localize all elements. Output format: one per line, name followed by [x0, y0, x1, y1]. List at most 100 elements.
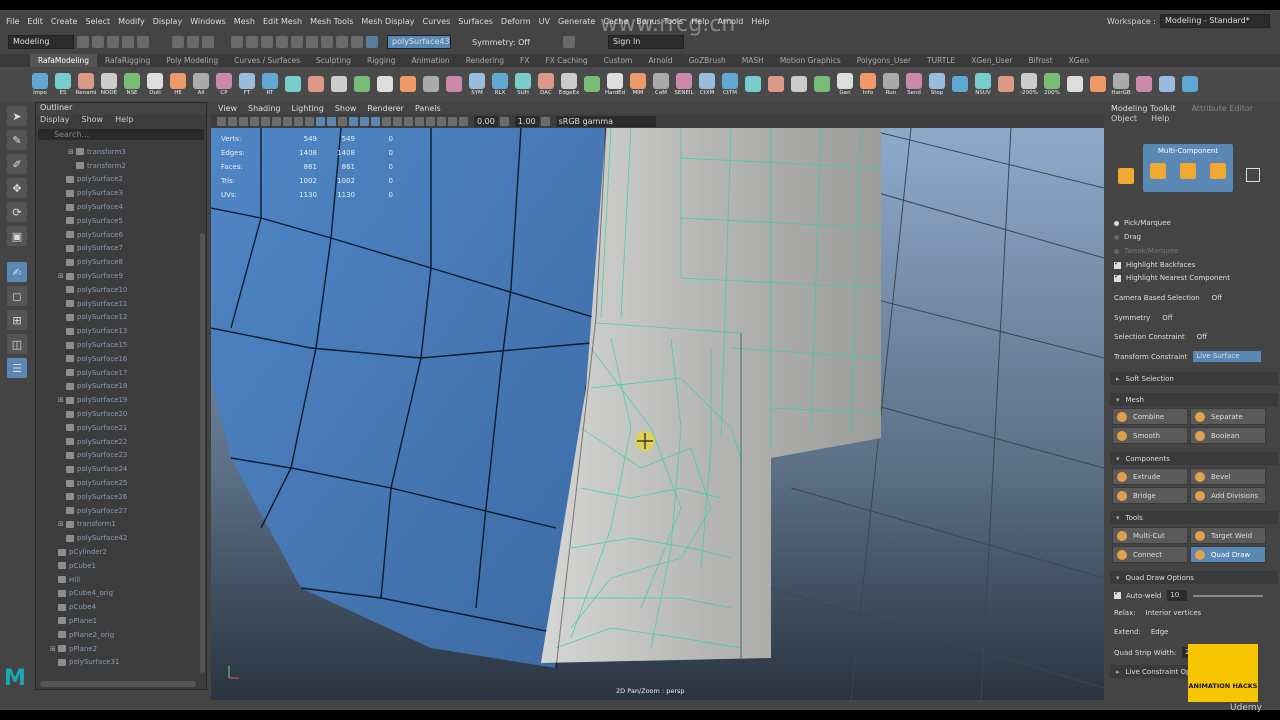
workspace-dropdown[interactable]: Modeling - Standard* [1160, 14, 1270, 28]
grid-icon[interactable] [261, 116, 270, 126]
outliner-item[interactable]: polySurface4 [36, 200, 198, 214]
shelf-button[interactable]: Info [858, 72, 878, 96]
outliner-item[interactable]: polySurface22 [36, 435, 198, 449]
viewport-menu-item[interactable]: Show [335, 104, 357, 113]
quad-draw-button[interactable]: Quad Draw [1190, 546, 1266, 563]
render-icon[interactable] [336, 36, 348, 48]
shelf-button[interactable] [743, 75, 763, 93]
expand-icon[interactable]: ⊞ [50, 645, 58, 653]
select-component-icon[interactable] [202, 36, 214, 48]
shelf-button[interactable] [329, 75, 349, 93]
antialias-icon[interactable] [437, 116, 446, 126]
outliner-item[interactable]: polySurface2 [36, 173, 198, 187]
shelf-button[interactable]: All [191, 72, 211, 96]
ambient-occlusion-icon[interactable] [393, 116, 402, 126]
shelf-button[interactable]: RT [260, 72, 280, 96]
four-layout-icon[interactable]: ⊞ [7, 310, 27, 330]
sign-in-button[interactable]: Sign In [607, 35, 684, 49]
default-material-icon[interactable] [338, 116, 347, 126]
shelf-button[interactable] [1065, 75, 1085, 93]
shelf-button[interactable]: EdgeEx [559, 72, 579, 96]
select-hierarchy-icon[interactable] [172, 36, 184, 48]
viewport-menu-item[interactable]: Shading [248, 104, 281, 113]
outliner-item[interactable]: polySurface23 [36, 449, 198, 463]
menu-item[interactable]: Generate [558, 17, 595, 26]
field-chart-icon[interactable] [305, 116, 314, 126]
shelf-button[interactable]: HardEd [605, 72, 625, 96]
shelf-button[interactable]: Send [904, 72, 924, 96]
resolution-gate-icon[interactable] [283, 116, 292, 126]
outliner-item[interactable]: polySurface15 [36, 338, 198, 352]
outliner-item[interactable]: polySurface17 [36, 366, 198, 380]
auto-weld-field[interactable]: 10 [1167, 590, 1188, 601]
snap-grid-icon[interactable] [231, 36, 243, 48]
outliner-menu-item[interactable]: Display [40, 115, 70, 127]
shelf-button[interactable] [306, 75, 326, 93]
tab-attribute-editor[interactable]: Attribute Editor [1191, 104, 1253, 113]
symmetry-status[interactable]: Symmetry: Off [472, 38, 530, 47]
outliner-search-input[interactable]: Search... [38, 129, 204, 140]
outliner-item[interactable]: polySurface27 [36, 504, 198, 518]
quad-strip-width-setting[interactable]: Quad Strip Width:20 [1114, 647, 1198, 658]
outliner-item[interactable]: pCube4 [36, 600, 198, 614]
extend-setting[interactable]: Extend: Edge [1114, 628, 1168, 636]
shelf-button[interactable]: CP [214, 72, 234, 96]
shelf-button[interactable]: SYM [467, 72, 487, 96]
boolean-button[interactable]: Boolean [1190, 427, 1266, 444]
outliner-item[interactable]: pCube1 [36, 559, 198, 573]
components-section[interactable]: Components [1110, 452, 1278, 465]
tweak-marquee-option[interactable]: Tweak/Marquee [1114, 247, 1178, 255]
transform-constraint-setting[interactable]: Transform Constraint Live Surface [1114, 351, 1262, 362]
outliner-item[interactable]: ⊞ polySurface19 [36, 393, 198, 407]
color-management-icon[interactable] [540, 116, 550, 126]
shelf-button[interactable]: Gen [835, 72, 855, 96]
camera-based-selection[interactable]: Camera Based Selection Off [1114, 294, 1222, 302]
outliner-item[interactable]: polySurface5 [36, 214, 198, 228]
shelf-tab[interactable]: GoZBrush [681, 54, 734, 67]
menu-item[interactable]: UV [539, 17, 550, 26]
outliner-item[interactable]: polySurface13 [36, 324, 198, 338]
wireframe-icon[interactable] [316, 116, 325, 126]
outliner-item[interactable]: polySurface21 [36, 421, 198, 435]
shelf-button[interactable]: FT [237, 72, 257, 96]
expand-icon[interactable]: ⊞ [58, 396, 66, 404]
camera-attr-icon[interactable] [228, 116, 237, 126]
object-name-field[interactable]: polySurface43 [387, 35, 451, 49]
outliner-item[interactable]: polySurface16 [36, 352, 198, 366]
shelf-button[interactable] [996, 75, 1016, 93]
outliner-item[interactable]: polySurface31 [36, 655, 198, 669]
outliner-item[interactable]: polySurface12 [36, 311, 198, 325]
tab-modeling-toolkit[interactable]: Modeling Toolkit [1111, 104, 1175, 113]
shelf-button[interactable]: HE [168, 72, 188, 96]
shelf-button[interactable] [283, 75, 303, 93]
separate-button[interactable]: Separate [1190, 408, 1266, 425]
viewport-menu-item[interactable]: Lighting [291, 104, 323, 113]
outliner-item[interactable]: polySurface7 [36, 242, 198, 256]
expand-icon[interactable]: ⊞ [58, 520, 66, 528]
shelf-button[interactable] [1180, 75, 1200, 93]
expand-icon[interactable]: ⊞ [68, 148, 76, 156]
extrude-button[interactable]: Extrude [1112, 468, 1188, 485]
shelf-tab[interactable]: Rigging [359, 54, 403, 67]
shelf-button[interactable]: DAC [536, 72, 556, 96]
scale-tool-icon[interactable]: ▣ [7, 226, 27, 246]
outliner-item[interactable]: polySurface8 [36, 255, 198, 269]
smooth-shade-icon[interactable] [327, 116, 336, 126]
xray-joints-icon[interactable] [415, 116, 424, 126]
outliner-item[interactable]: polySurface18 [36, 380, 198, 394]
shelf-tab[interactable]: MASH [734, 54, 772, 67]
add-divisions-button[interactable]: Add Divisions [1190, 487, 1266, 504]
outliner-horizontal-scrollbar[interactable] [40, 681, 196, 687]
outliner-item[interactable]: polySurface25 [36, 476, 198, 490]
gamma-field[interactable]: 1.00 [514, 115, 539, 127]
menu-item[interactable]: Deform [501, 17, 531, 26]
single-layout-icon[interactable]: ◻ [7, 286, 27, 306]
menu-item[interactable]: File [6, 17, 19, 26]
outliner-item[interactable]: transform2 [36, 159, 198, 173]
menu-item[interactable]: Curves [422, 17, 450, 26]
outliner-item[interactable]: polySurface42 [36, 531, 198, 545]
shelf-tab[interactable]: RafaModeling [30, 54, 97, 67]
shelf-tab[interactable]: RafaRigging [97, 54, 158, 67]
smooth-button[interactable]: Smooth [1112, 427, 1188, 444]
quad-draw-tool-icon[interactable]: ✍ [7, 262, 27, 282]
